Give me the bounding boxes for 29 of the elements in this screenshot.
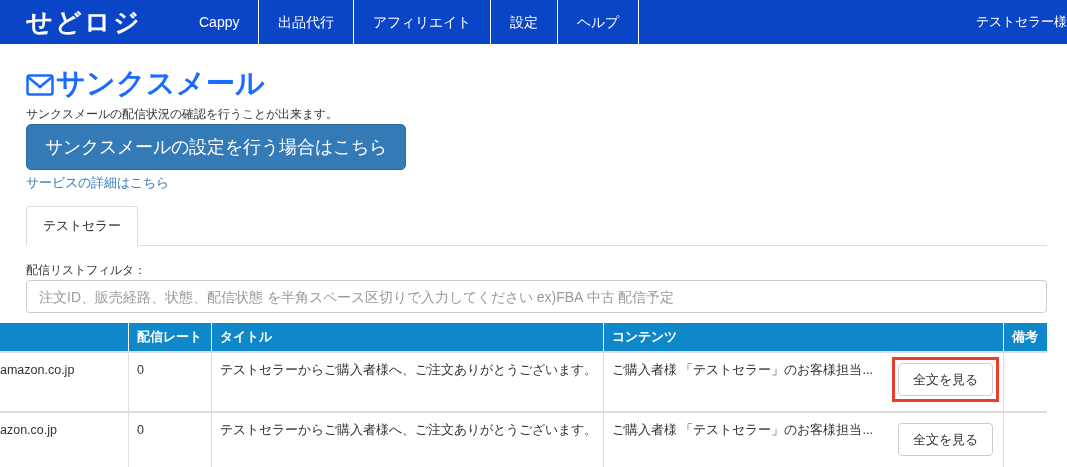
logo[interactable]: せどロジ: [26, 9, 142, 35]
table-cell-text: azon.co.jp: [0, 422, 58, 439]
column-header: コンテンツ: [603, 323, 1003, 351]
details-link[interactable]: サービスの詳細はこちら: [26, 176, 169, 190]
table-cell: 0: [128, 353, 211, 411]
filter-label: 配信リストフィルタ：: [26, 262, 147, 278]
table-cell-text: ご購入者様 「テストセラー」のお客様担当...: [612, 422, 873, 439]
page-description: サンクスメールの配信状況の確認を行うことが出来ます。: [26, 106, 339, 122]
page-title: サンクスメール: [56, 66, 265, 100]
user-name[interactable]: テストセラー様: [976, 12, 1067, 32]
table-cell-text: amazon.co.jp: [0, 362, 76, 379]
view-full-text-button[interactable]: 全文を見る: [898, 423, 993, 456]
nav-link[interactable]: 出品代行: [258, 0, 354, 44]
column-header: タイトル: [211, 323, 603, 351]
filter-field[interactable]: 注文ID、販売経路、状態、配信状態 を半角スペース区切りで入力してください ex)FBA 中古 配信予定: [26, 280, 1047, 313]
mail-icon: [26, 74, 54, 96]
nav-link[interactable]: アフィリエイト: [353, 0, 491, 44]
table-cell-text: ご購入者様 「テストセラー」のお客様担当...: [612, 362, 873, 379]
table-cell: 0: [128, 413, 211, 467]
view-full-text-button[interactable]: 全文を見る: [898, 363, 993, 396]
settings-button[interactable]: サンクスメールの設定を行う場合はこちら: [26, 124, 406, 170]
tab[interactable]: テストセラー: [26, 206, 138, 246]
nav-link[interactable]: Cappy: [180, 0, 259, 44]
column-header: 備考: [1003, 323, 1047, 351]
nav-link[interactable]: 設定: [490, 0, 558, 44]
table-cell: テストセラーからご購入者様へ、ご注文ありがとうございます。: [211, 353, 603, 411]
column-header: 配信レート: [128, 323, 211, 351]
nav-link[interactable]: ヘルプ: [557, 0, 639, 44]
table-cell: テストセラーからご購入者様へ、ご注文ありがとうございます。: [211, 413, 603, 467]
